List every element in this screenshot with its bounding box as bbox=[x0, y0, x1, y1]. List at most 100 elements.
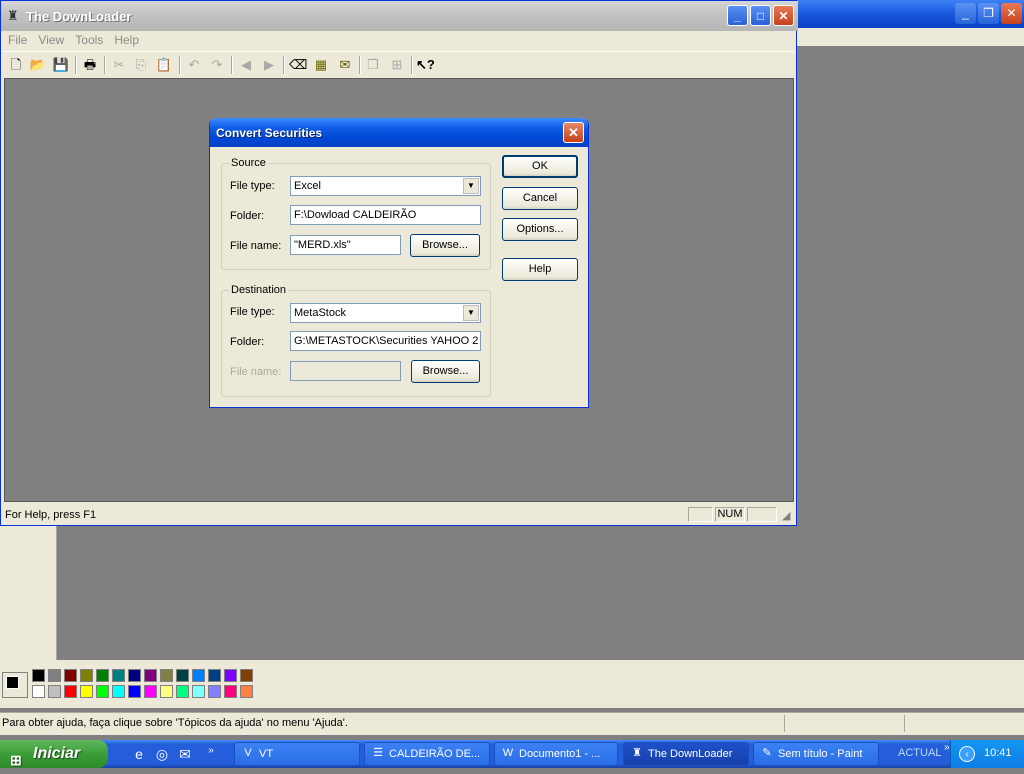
palette-color-swatch[interactable] bbox=[240, 685, 253, 698]
back-icon[interactable]: ◀ bbox=[237, 56, 255, 74]
save-icon[interactable]: 💾 bbox=[52, 56, 70, 74]
copy-icon[interactable]: ⎘ bbox=[132, 56, 150, 74]
palette-color-swatch[interactable] bbox=[208, 669, 221, 682]
cancel-button[interactable]: Cancel bbox=[502, 187, 578, 210]
menu-tools[interactable]: Tools bbox=[71, 31, 107, 49]
palette-color-swatch[interactable] bbox=[160, 669, 173, 682]
palette-color-swatch[interactable] bbox=[80, 685, 93, 698]
taskbar: ⊞ Iniciar e ◎ ✉ » V VT ☰ CALDEIRÃO DE...… bbox=[0, 740, 1024, 768]
paint-close-button[interactable]: ✕ bbox=[1001, 3, 1022, 24]
palette-color-swatch[interactable] bbox=[176, 669, 189, 682]
palette-color-swatch[interactable] bbox=[96, 685, 109, 698]
taskbar-chevron-icon[interactable]: » bbox=[944, 742, 950, 753]
destination-folder-label: Folder: bbox=[230, 336, 265, 348]
task-documento1[interactable]: W Documento1 - ... bbox=[494, 742, 618, 766]
help-button[interactable]: Help bbox=[502, 258, 578, 281]
undo-icon[interactable]: ↶ bbox=[185, 56, 203, 74]
palette-color-swatch[interactable] bbox=[176, 685, 189, 698]
source-browse-button[interactable]: Browse... bbox=[410, 234, 480, 257]
menu-help[interactable]: Help bbox=[110, 31, 143, 49]
toolbar: 🗋 📂 💾 🖶 ✂ ⎘ 📋 ↶ ↷ ◀ ▶ ⌫ ▦ ✉ ❐ ⊞ ↖? bbox=[4, 51, 794, 79]
source-file-name-input[interactable]: "MERD.xls" bbox=[290, 235, 401, 255]
palette-color-swatch[interactable] bbox=[112, 669, 125, 682]
resize-grip-icon[interactable]: ◢ bbox=[782, 509, 790, 522]
palette-color-swatch[interactable] bbox=[192, 685, 205, 698]
palette-color-swatch[interactable] bbox=[144, 685, 157, 698]
forward-icon[interactable]: ▶ bbox=[260, 56, 278, 74]
word-icon: W bbox=[502, 747, 514, 759]
chevron-down-icon[interactable]: ▼ bbox=[463, 178, 479, 194]
browser-icon[interactable]: ◎ bbox=[153, 745, 171, 763]
eraser-icon[interactable]: ⌫ bbox=[289, 56, 307, 74]
destination-legend: Destination bbox=[229, 284, 289, 296]
chevron-down-icon[interactable]: ▼ bbox=[463, 305, 479, 321]
open-icon[interactable]: 📂 bbox=[29, 56, 47, 74]
palette-color-swatch[interactable] bbox=[128, 685, 141, 698]
palette-color-swatch[interactable] bbox=[144, 669, 157, 682]
cut-icon[interactable]: ✂ bbox=[110, 56, 128, 74]
palette-color-swatch[interactable] bbox=[64, 669, 77, 682]
tile-icon[interactable]: ⊞ bbox=[388, 56, 406, 74]
window-title: The DownLoader bbox=[26, 9, 132, 24]
context-help-icon[interactable]: ↖? bbox=[416, 56, 435, 74]
dialog-close-button[interactable]: ✕ bbox=[563, 122, 584, 143]
menu-file[interactable]: File bbox=[4, 31, 31, 49]
destination-browse-button[interactable]: Browse... bbox=[411, 360, 480, 383]
palette-color-swatch[interactable] bbox=[208, 685, 221, 698]
palette-color-swatch[interactable] bbox=[240, 669, 253, 682]
show-hidden-icons-icon[interactable]: ‹ bbox=[959, 746, 975, 762]
options-button[interactable]: Options... bbox=[502, 218, 578, 241]
paste-icon[interactable]: 📋 bbox=[155, 56, 173, 74]
close-button[interactable]: ✕ bbox=[773, 5, 794, 26]
destination-file-name-label: File name: bbox=[230, 366, 282, 378]
source-legend: Source bbox=[229, 157, 268, 169]
palette-color-swatch[interactable] bbox=[32, 669, 45, 682]
cascade-icon[interactable]: ❐ bbox=[364, 56, 382, 74]
dialog-title-bar[interactable]: Convert Securities ✕ bbox=[210, 118, 588, 147]
convert-icon[interactable]: ✉ bbox=[336, 56, 354, 74]
outlook-icon[interactable]: ✉ bbox=[176, 745, 194, 763]
download-icon[interactable]: ▦ bbox=[312, 56, 330, 74]
new-icon[interactable]: 🗋 bbox=[7, 56, 25, 74]
menubar: File View Tools Help bbox=[4, 31, 794, 49]
maximize-button[interactable]: □ bbox=[750, 5, 771, 26]
paint-palette bbox=[0, 660, 1024, 708]
palette-color-swatch[interactable] bbox=[192, 669, 205, 682]
task-downloader[interactable]: ♜ The DownLoader bbox=[623, 742, 749, 766]
task-paint[interactable]: ✎ Sem título - Paint bbox=[753, 742, 879, 766]
palette-color-swatch[interactable] bbox=[48, 685, 61, 698]
ok-button[interactable]: OK bbox=[502, 155, 578, 178]
downloader-title-bar[interactable]: ♜ The DownLoader _ □ ✕ bbox=[1, 1, 798, 31]
destination-file-type-dropdown[interactable]: MetaStock ▼ bbox=[290, 303, 481, 323]
task-vt[interactable]: V VT bbox=[234, 742, 360, 766]
palette-color-swatch[interactable] bbox=[224, 685, 237, 698]
print-icon[interactable]: 🖶 bbox=[81, 56, 99, 74]
quicklaunch-chevron-icon[interactable]: » bbox=[202, 742, 220, 760]
ie-icon[interactable]: e bbox=[130, 745, 148, 763]
status-text: For Help, press F1 bbox=[5, 509, 97, 521]
task-caldeirao[interactable]: ☰ CALDEIRÃO DE... bbox=[364, 742, 490, 766]
minimize-button[interactable]: _ bbox=[727, 5, 748, 26]
palette-color-swatch[interactable] bbox=[48, 669, 61, 682]
source-folder-input[interactable]: F:\Dowload CALDEIRÃO bbox=[290, 205, 481, 225]
status-bar: For Help, press F1 NUM ◢ bbox=[4, 506, 794, 524]
menu-view[interactable]: View bbox=[34, 31, 68, 49]
palette-color-swatch[interactable] bbox=[64, 685, 77, 698]
palette-color-swatch[interactable] bbox=[96, 669, 109, 682]
destination-folder-input[interactable]: G:\METASTOCK\Securities YAHOO 2 bbox=[290, 331, 481, 351]
palette-color-swatch[interactable] bbox=[32, 685, 45, 698]
paint-restore-button[interactable]: ❐ bbox=[978, 3, 999, 24]
palette-color-swatch[interactable] bbox=[112, 685, 125, 698]
toolbar-label[interactable]: ACTUAL bbox=[898, 747, 941, 759]
redo-icon[interactable]: ↷ bbox=[208, 56, 226, 74]
palette-color-swatch[interactable] bbox=[160, 685, 173, 698]
paint-status-text: Para obter ajuda, faça clique sobre 'Tóp… bbox=[2, 717, 348, 729]
palette-color-swatch[interactable] bbox=[224, 669, 237, 682]
task-label: VT bbox=[259, 748, 274, 760]
source-file-type-dropdown[interactable]: Excel ▼ bbox=[290, 176, 481, 196]
paint-minimize-button[interactable]: _ bbox=[955, 3, 976, 24]
palette-color-swatch[interactable] bbox=[128, 669, 141, 682]
palette-color-swatch[interactable] bbox=[80, 669, 93, 682]
start-button[interactable]: ⊞ Iniciar bbox=[0, 740, 108, 768]
current-colors[interactable] bbox=[2, 672, 28, 698]
